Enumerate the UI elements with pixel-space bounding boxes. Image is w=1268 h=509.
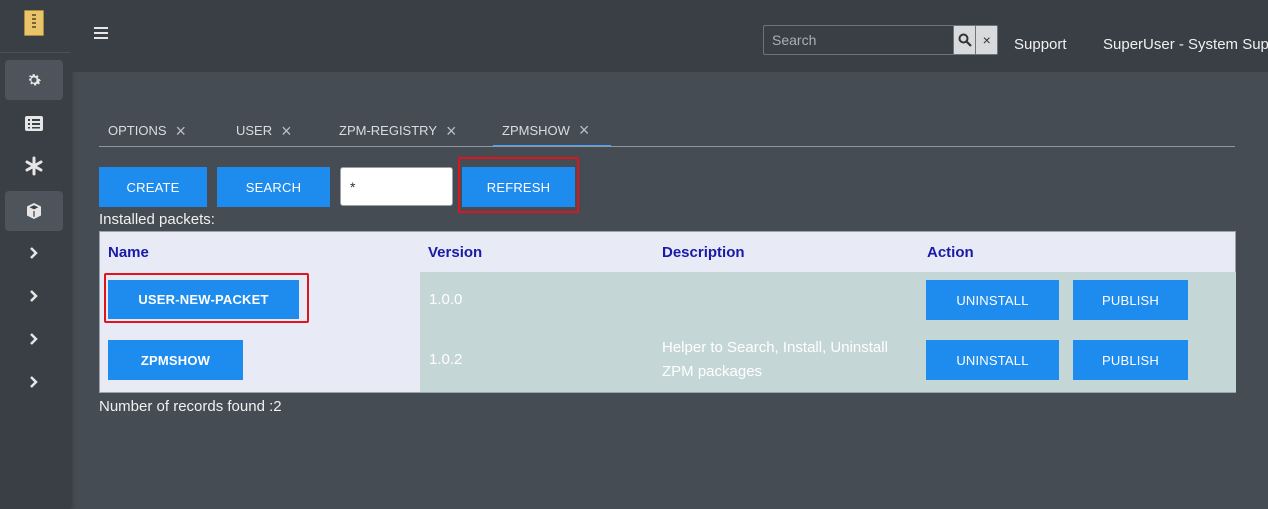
close-icon: × <box>982 32 991 48</box>
global-search: × <box>763 25 998 55</box>
column-header-description: Description <box>662 244 745 261</box>
tab-close-icon[interactable]: × <box>281 122 292 140</box>
uninstall-button[interactable]: UNINSTALL <box>926 340 1059 380</box>
publish-button[interactable]: PUBLISH <box>1073 340 1188 380</box>
settings-button[interactable] <box>5 60 63 100</box>
column-header-action: Action <box>927 244 974 261</box>
tab-label: ZPMSHOW <box>502 122 570 138</box>
create-button[interactable]: CREATE <box>99 167 207 207</box>
search-submit-button[interactable] <box>953 26 976 54</box>
packages-table: Name Version Description Action USER-NEW… <box>99 231 1236 393</box>
tab-label: OPTIONS <box>108 123 167 138</box>
chevron-right-icon <box>30 376 38 388</box>
chevron-right-icon <box>30 290 38 302</box>
list-button[interactable] <box>5 103 63 143</box>
version-cell: 1.0.0 <box>429 291 463 308</box>
app-logo[interactable] <box>24 10 44 36</box>
list-icon <box>25 115 43 131</box>
installed-caption: Installed packets: <box>99 211 215 228</box>
package-name-button[interactable]: ZPMSHOW <box>108 340 243 380</box>
tab-close-icon[interactable]: × <box>579 121 590 139</box>
uninstall-button[interactable]: UNINSTALL <box>926 280 1059 320</box>
expand-button[interactable] <box>5 276 63 316</box>
version-cell: 1.0.2 <box>429 351 463 368</box>
tab-close-icon[interactable]: × <box>176 122 187 140</box>
user-menu[interactable]: SuperUser - System Sup <box>1103 36 1268 53</box>
sidebar-divider <box>0 52 70 53</box>
tab-label: ZPM-REGISTRY <box>339 123 437 138</box>
search-icon <box>958 33 972 47</box>
asterisk-button[interactable] <box>5 146 63 186</box>
asterisk-icon <box>25 156 43 176</box>
description-cell: Helper to Search, Install, Uninstall ZPM… <box>662 339 888 380</box>
refresh-button[interactable]: REFRESH <box>462 167 575 207</box>
search-button[interactable]: SEARCH <box>217 167 330 207</box>
tab-options[interactable]: OPTIONS × <box>99 115 186 146</box>
column-header-version: Version <box>428 244 483 261</box>
package-icon <box>27 203 41 219</box>
column-header-name: Name <box>108 244 149 261</box>
expand-button[interactable] <box>5 362 63 402</box>
tab-close-icon[interactable]: × <box>446 122 457 140</box>
tab-bar: OPTIONS × USER × ZPM-REGISTRY × ZPMSHOW … <box>99 115 1235 147</box>
chevron-right-icon <box>30 333 38 345</box>
expand-button[interactable] <box>5 319 63 359</box>
packages-button[interactable] <box>5 191 63 231</box>
top-bar <box>70 0 1268 72</box>
publish-button[interactable]: PUBLISH <box>1073 280 1188 320</box>
hamburger-menu-icon[interactable] <box>94 27 108 39</box>
tab-user[interactable]: USER × <box>227 115 292 146</box>
filter-input[interactable] <box>340 167 453 206</box>
support-link[interactable]: Support <box>1014 36 1067 53</box>
clear-search-button[interactable]: × <box>975 26 997 54</box>
tab-label: USER <box>236 123 273 138</box>
tab-zpm-registry[interactable]: ZPM-REGISTRY × <box>330 115 457 146</box>
sidebar <box>0 0 70 509</box>
package-name-button[interactable]: USER-NEW-PACKET <box>108 280 299 319</box>
chevron-right-icon <box>30 247 38 259</box>
expand-button[interactable] <box>5 233 63 273</box>
tab-zpmshow[interactable]: ZPMSHOW × <box>493 115 611 146</box>
search-input[interactable] <box>764 26 953 54</box>
gear-icon <box>28 74 42 86</box>
records-count: Number of records found :2 <box>99 398 282 415</box>
